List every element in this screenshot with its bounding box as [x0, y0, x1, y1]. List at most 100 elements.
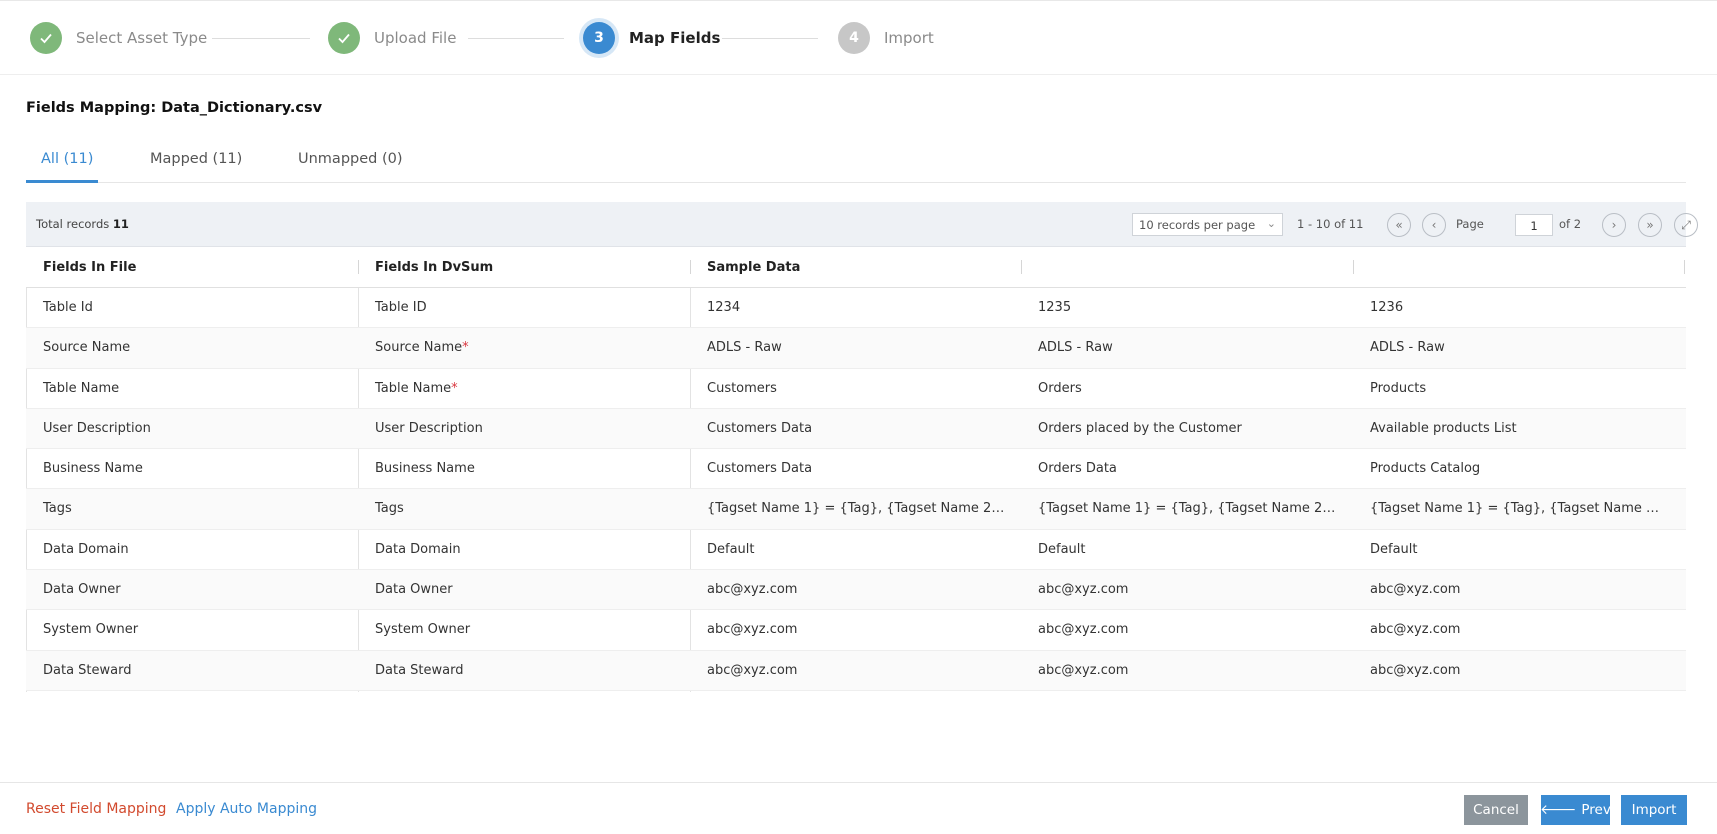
records-per-page-value: 10 records per page [1139, 218, 1256, 232]
sample-data-cell: Orders Data [1038, 461, 1117, 477]
footer-bar: Reset Field Mapping Apply Auto Mapping C… [0, 782, 1717, 834]
step-select-asset-type: Select Asset Type [30, 22, 207, 54]
next-page-button[interactable]: › [1602, 213, 1626, 237]
expand-icon: ⤢ [1681, 218, 1691, 232]
file-field-cell: Business Name [43, 461, 143, 477]
column-header-sample-3 [1353, 247, 1387, 288]
file-field-cell: Source Name [43, 340, 131, 356]
reset-field-mapping-link[interactable]: Reset Field Mapping [26, 801, 166, 817]
column-header-fields-in-file: Fields In File [43, 260, 137, 275]
dvsum-field-cell[interactable]: System Owner [358, 610, 690, 650]
wizard-stepper: Select Asset Type Upload File 3 Map Fiel… [0, 0, 1717, 75]
chevron-left-icon: ‹ [1431, 218, 1437, 232]
sample-data-cell: abc@xyz.com [707, 662, 798, 678]
prev-button[interactable]: 🡐 Prev [1540, 795, 1611, 825]
table-row: System Owner System Owner abc@xyz.com abc@x… [26, 610, 1686, 651]
dvsum-field-cell[interactable]: User Description [358, 409, 690, 449]
column-header-sample-data: Sample Data [707, 260, 801, 275]
step-number: 3 [583, 22, 615, 54]
double-chevron-left-icon: « [1395, 218, 1403, 232]
page-number-input[interactable]: 1 [1515, 214, 1553, 236]
sample-data-cell: Available products List [1370, 420, 1517, 436]
apply-auto-mapping-link[interactable]: Apply Auto Mapping [176, 801, 317, 817]
sample-data-cell: abc@xyz.com [1038, 582, 1129, 598]
step-number: 4 [838, 22, 870, 54]
step-map-fields: 3 Map Fields [583, 22, 720, 54]
sample-data-cell: abc@xyz.com [1038, 662, 1129, 678]
file-field-cell: Data Domain [43, 541, 129, 557]
prev-button-label: Prev [1581, 802, 1611, 818]
dvsum-field-label: Data Domain [375, 541, 461, 557]
sample-data-cell: 1234 [707, 300, 741, 315]
sample-data-cell: Products [1370, 380, 1427, 396]
table-row: Data Domain Data Domain Default Default Defa… [26, 530, 1686, 571]
first-page-button[interactable]: « [1387, 213, 1411, 237]
sample-data-cell: abc@xyz.com [1038, 622, 1129, 638]
dvsum-field-cell[interactable]: Business Name [358, 449, 690, 489]
table-row: Table Id Table ID 1234 1235 1236 [26, 288, 1686, 329]
double-chevron-right-icon: » [1646, 218, 1654, 232]
table-row: Table Name Table Name* Customers Orders Prod… [26, 369, 1686, 409]
records-range: 1 - 10 of 11 [1297, 217, 1364, 231]
sample-data-cell: abc@xyz.com [707, 622, 798, 638]
fields-mapping-table: Fields In File Fields In DvSum Sample Da… [26, 247, 1686, 692]
expand-grid-button[interactable]: ⤢ [1674, 213, 1698, 237]
dvsum-field-label: Data Steward [375, 662, 464, 678]
dvsum-field-label: Data Owner [375, 582, 453, 598]
file-field-cell: Data Steward [43, 662, 132, 678]
file-field-cell: Tags [43, 501, 72, 517]
cancel-button[interactable]: Cancel [1464, 795, 1528, 825]
table-row: Data Owner Data Owner abc@xyz.com abc@xyz.c… [26, 570, 1686, 611]
column-header-fields-in-dvsum: Fields In DvSum [375, 260, 494, 275]
tab-mapped[interactable]: Mapped (11) [150, 151, 242, 167]
column-header-sample-2 [1021, 247, 1055, 288]
sample-data-cell: abc@xyz.com [707, 582, 798, 598]
step-label: Upload File [374, 29, 457, 47]
table-body: Table Id Table ID 1234 1235 1236 Source Name S… [26, 288, 1686, 692]
dvsum-field-cell[interactable]: Tags [358, 489, 690, 529]
dvsum-field-label: System Owner [375, 622, 471, 638]
total-records-count: 11 [112, 217, 129, 231]
records-per-page-select[interactable]: 10 records per page ⌄ [1132, 213, 1283, 236]
dvsum-field-cell[interactable]: Table ID [358, 288, 690, 328]
dvsum-field-cell[interactable]: Table Name* [358, 369, 690, 409]
dvsum-field-label: Table Name [375, 380, 452, 396]
table-row: Data Steward Data Steward abc@xyz.com abc@x… [26, 650, 1686, 691]
table-row: Source Name Source Name* ADLS - Raw ADLS - … [26, 328, 1686, 369]
prev-page-button[interactable]: ‹ [1422, 213, 1446, 237]
dvsum-field-cell[interactable]: Data Domain [358, 530, 690, 570]
step-import: 4 Import [838, 22, 934, 54]
file-field-cell: Table Name [43, 380, 120, 396]
dvsum-field-label: User Description [375, 420, 483, 436]
sample-data-cell: abc@xyz.com [1370, 622, 1461, 638]
step-label: Select Asset Type [76, 29, 208, 47]
dvsum-field-label: Tags [375, 501, 404, 517]
sample-data-cell: abc@xyz.com [1370, 582, 1461, 598]
file-field-cell: Table Id [43, 300, 93, 315]
dvsum-field-cell[interactable]: Data Steward [358, 651, 690, 691]
sample-data-cell: Customers Data [707, 461, 813, 477]
dvsum-field-cell[interactable]: Data Owner [358, 570, 690, 610]
file-field-cell: System Owner [43, 622, 139, 638]
sample-data-cell: {Tagset Name 1} = {Tag}, {Tagset Name 2}… [707, 501, 1022, 517]
tab-unmapped[interactable]: Unmapped (0) [298, 151, 403, 167]
table-row: Business Name Business Name Customers Data… [26, 449, 1686, 490]
dvsum-field-label: Business Name [375, 461, 475, 477]
chevron-down-icon: ⌄ [1266, 217, 1276, 230]
import-button[interactable]: Import [1621, 795, 1687, 825]
step-connector [722, 38, 818, 39]
required-asterisk: * [451, 380, 458, 396]
arrow-left-icon: 🡐 [1540, 802, 1577, 818]
active-tab-indicator [26, 180, 98, 183]
table-header: Fields In File Fields In DvSum Sample Da… [26, 247, 1686, 288]
sample-data-cell: Orders [1038, 380, 1082, 396]
sample-data-cell: Default [707, 541, 755, 557]
sample-data-cell: Customers [707, 380, 777, 396]
last-page-button[interactable]: » [1638, 213, 1662, 237]
tab-all[interactable]: All (11) [41, 151, 93, 167]
chevron-right-icon: › [1611, 218, 1617, 232]
grid-toolbar: Total records 11 10 records per page ⌄ 1… [26, 202, 1698, 247]
required-asterisk: * [462, 340, 469, 356]
sample-data-cell: Default [1038, 541, 1086, 557]
dvsum-field-cell[interactable]: Source Name* [358, 328, 690, 368]
